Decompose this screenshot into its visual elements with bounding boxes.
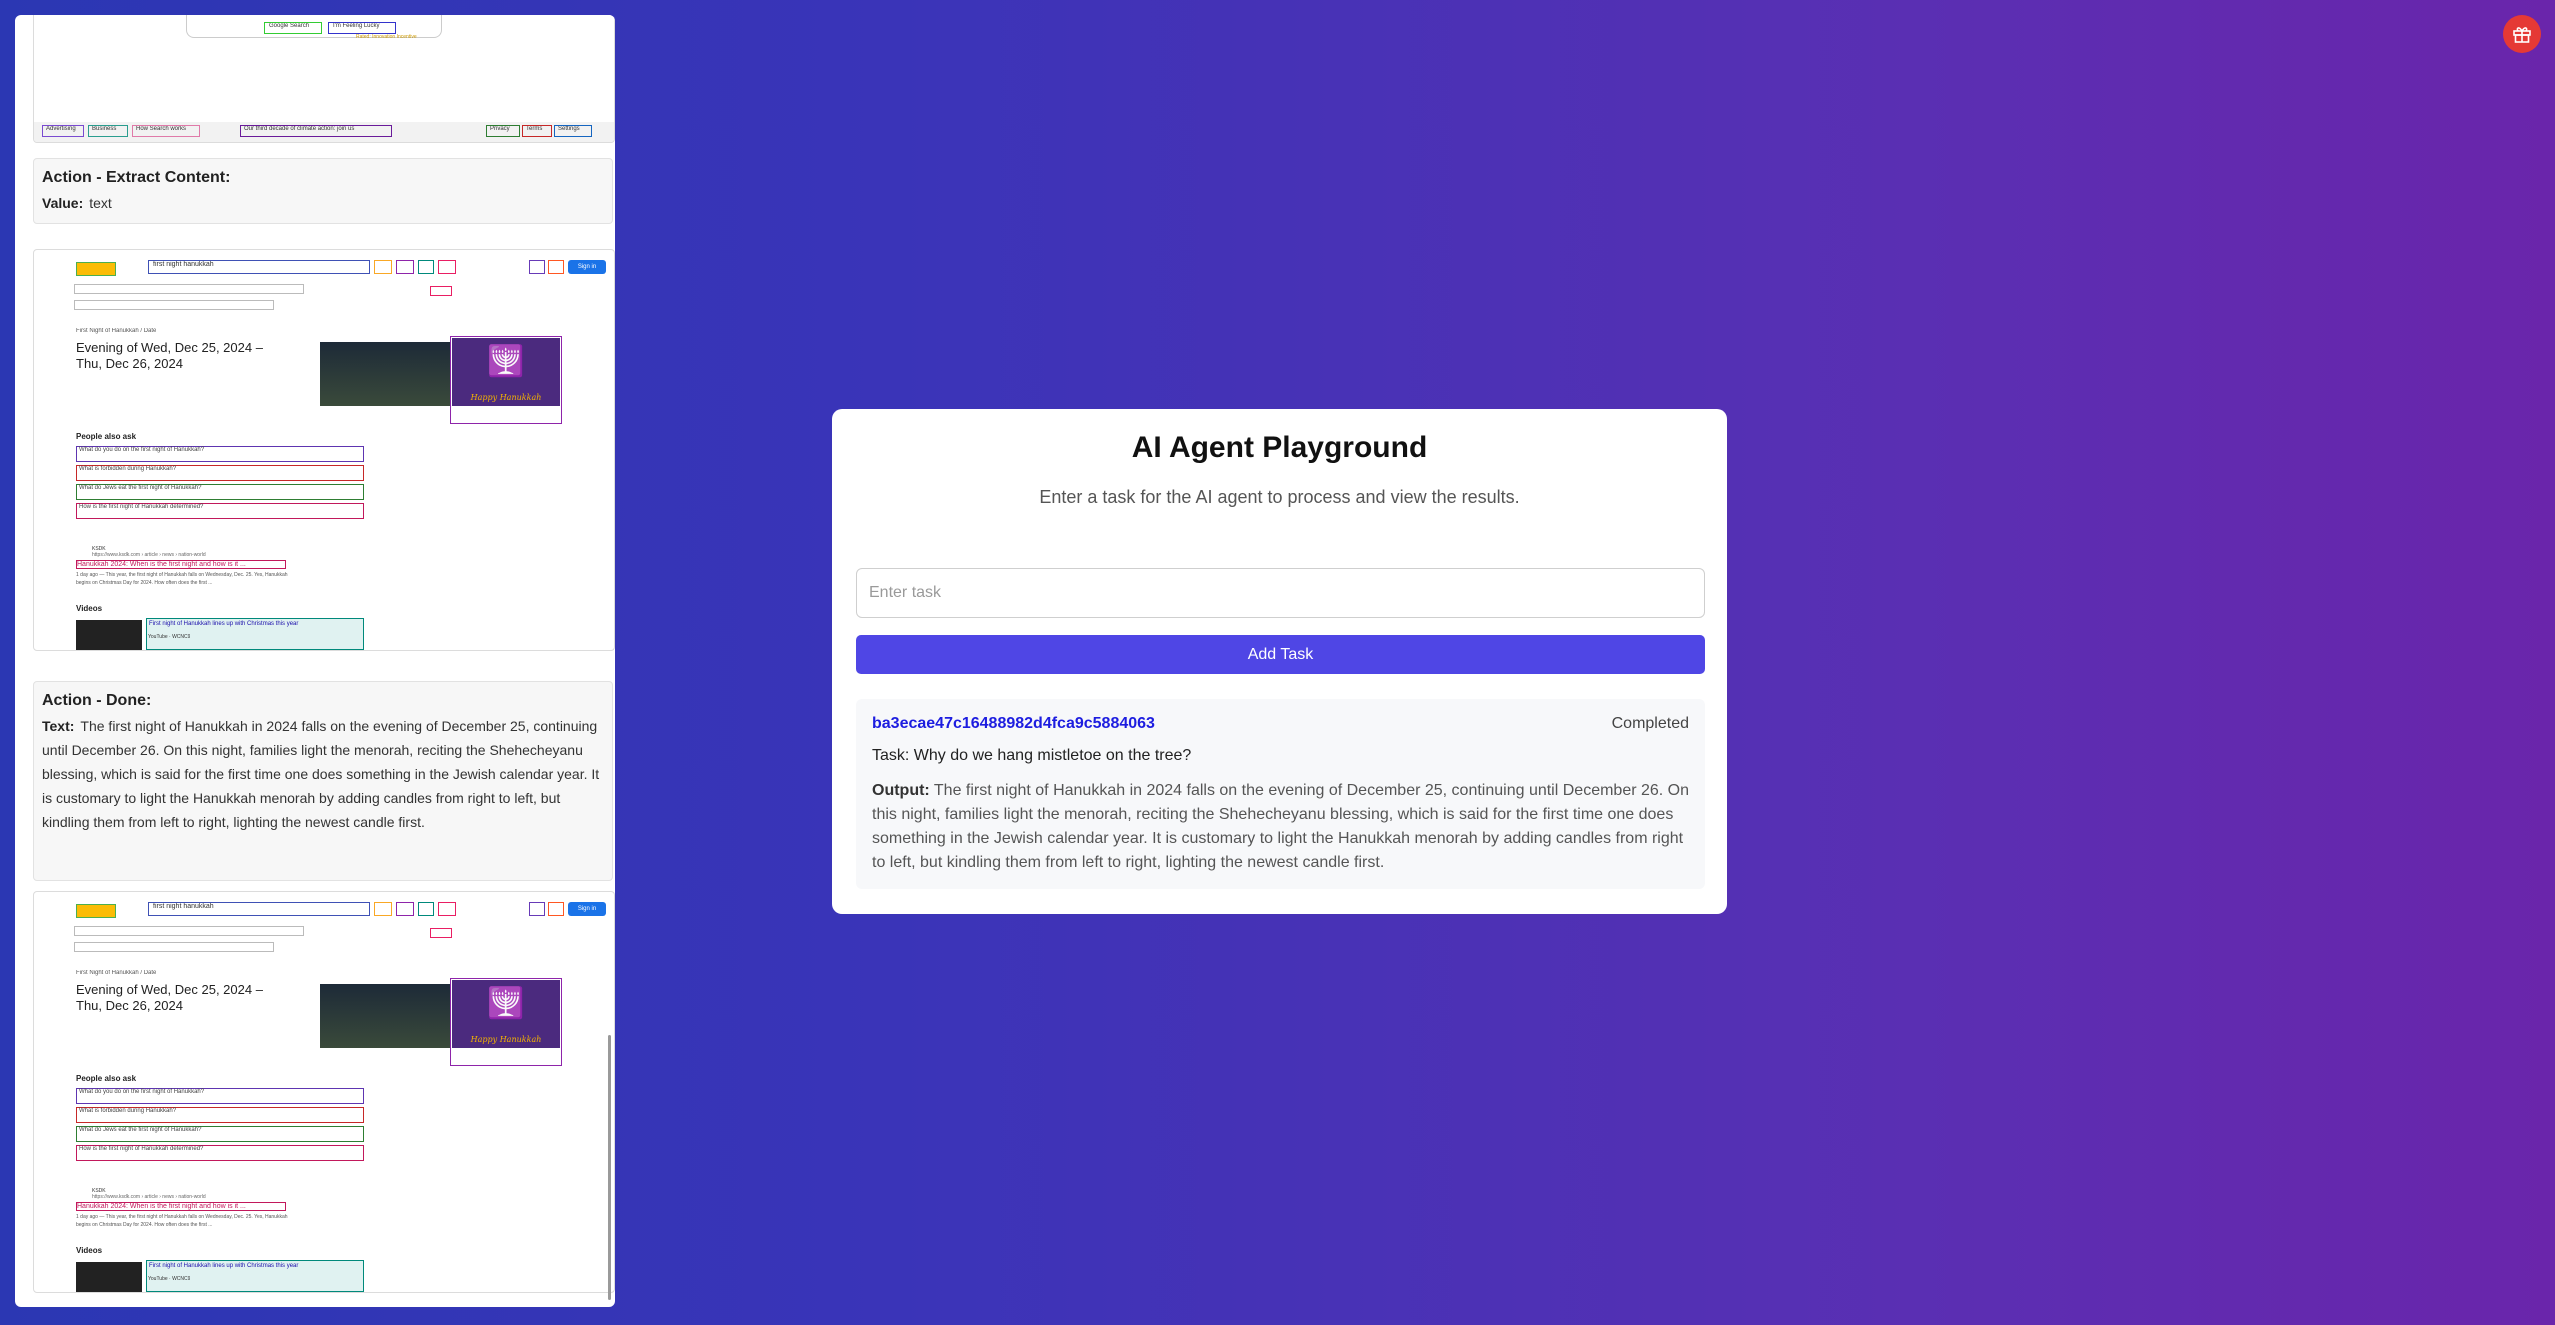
gift-button[interactable]	[2503, 15, 2541, 53]
question-item: What do you do on the first night of Han…	[76, 446, 364, 462]
video-thumbnail	[76, 620, 142, 650]
task-result-card: ba3ecae47c16488982d4fca9c5884063 Complet…	[856, 699, 1705, 889]
question-item: What is forbidden during Hanukkah?	[76, 465, 364, 481]
image-box-outline	[450, 978, 562, 1066]
result-url: https://www.ksdk.com › article › news › …	[92, 552, 206, 558]
question-item: How is the first night of Hanukkah deter…	[76, 503, 364, 519]
screenshot-google-home: Google Search I'm Feeling Lucky Rated: I…	[33, 15, 615, 143]
feeling-lucky-button: I'm Feeling Lucky	[328, 22, 396, 34]
task-input[interactable]	[856, 568, 1705, 618]
settings-icon	[529, 902, 545, 916]
tools-button	[430, 286, 452, 296]
answer-heading-line-2: Thu, Dec 26, 2024	[76, 356, 183, 371]
google-logo	[76, 904, 116, 918]
sign-in-button: Sign in	[568, 902, 606, 916]
notice-text: Rated: Innovation Incentive	[356, 34, 417, 40]
filter-chips-row	[74, 300, 274, 310]
search-icon	[438, 260, 456, 274]
footer-link: Advertising	[42, 125, 84, 137]
footer-link: Privacy	[486, 125, 520, 137]
search-tabs-row	[74, 926, 304, 936]
status-badge: Completed	[1611, 715, 1689, 732]
search-icon	[438, 902, 456, 916]
screenshot-search-results: first night hanukkah Sign in First Night…	[33, 249, 615, 651]
videos-heading: Videos	[76, 604, 103, 613]
answer-heading-line-1: Evening of Wed, Dec 25, 2024 –	[76, 982, 263, 997]
breadcrumb: First Night of Hanukkah / Date	[76, 970, 157, 976]
action-value: Value: text	[42, 195, 112, 211]
action-history-panel[interactable]: Google Search I'm Feeling Lucky Rated: I…	[15, 15, 615, 1307]
result-title-link: Hanukkah 2024: When is the first night a…	[76, 560, 286, 569]
people-also-ask-heading: People also ask	[76, 432, 137, 441]
action-title: Action - Done:	[42, 692, 152, 709]
question-item: What do Jews eat the first night of Hanu…	[76, 484, 364, 500]
search-query-box: first night hanukkah	[148, 260, 370, 274]
question-item: How is the first night of Hanukkah deter…	[76, 1145, 364, 1161]
clear-icon	[374, 902, 392, 916]
apps-icon	[548, 260, 564, 274]
screenshot-search-results: first night hanukkah Sign in First Night…	[33, 891, 615, 1293]
result-snippet: 1 day ago — This year, the first night o…	[76, 1214, 288, 1220]
answer-heading-line-2: Thu, Dec 26, 2024	[76, 998, 183, 1013]
footer-link: How Search works	[132, 125, 200, 137]
page-title: AI Agent Playground	[1131, 431, 1428, 464]
clear-icon	[374, 260, 392, 274]
apps-icon	[548, 902, 564, 916]
image-box-outline	[450, 336, 562, 424]
tools-button	[430, 928, 452, 938]
lens-icon	[418, 902, 434, 916]
video-thumbnail	[76, 1262, 142, 1292]
settings-icon	[529, 260, 545, 274]
result-snippet: begins on Christmas Day for 2024. How of…	[76, 580, 213, 586]
task-id: ba3ecae47c16488982d4fca9c5884063	[872, 715, 1155, 732]
videos-heading: Videos	[76, 1246, 103, 1255]
result-title-link: Hanukkah 2024: When is the first night a…	[76, 1202, 286, 1211]
footer-link: Business	[88, 125, 128, 137]
google-logo	[76, 262, 116, 276]
video-source: YouTube · WCNC9	[148, 1276, 191, 1282]
google-search-button: Google Search	[264, 22, 322, 34]
voice-search-icon	[396, 260, 414, 274]
voice-search-icon	[396, 902, 414, 916]
scrollbar[interactable]	[608, 1035, 611, 1300]
task-text: Task: Why do we hang mistletoe on the tr…	[872, 747, 1192, 764]
question-item: What do you do on the first night of Han…	[76, 1088, 364, 1104]
task-output: Output: The first night of Hanukkah in 2…	[872, 782, 1690, 871]
gift-icon	[2513, 27, 2531, 43]
action-text: Text: The first night of Hanukkah in 2024…	[42, 718, 600, 830]
action-title: Action - Extract Content:	[42, 169, 231, 186]
result-snippet: 1 day ago — This year, the first night o…	[76, 572, 288, 578]
people-also-ask-heading: People also ask	[76, 1074, 137, 1083]
search-tabs-row	[74, 284, 304, 294]
lens-icon	[418, 260, 434, 274]
breadcrumb: First Night of Hanukkah / Date	[76, 328, 157, 334]
footer-link: Our third decade of climate action: join…	[240, 125, 392, 137]
video-source: YouTube · WCNC9	[148, 634, 191, 640]
playground-card: AI Agent Playground Enter a task for the…	[832, 409, 1727, 914]
footer-link: Settings	[554, 125, 592, 137]
candles-image	[320, 984, 450, 1048]
question-item: What is forbidden during Hanukkah?	[76, 1107, 364, 1123]
search-query-box: first night hanukkah	[148, 902, 370, 916]
filter-chips-row	[74, 942, 274, 952]
done-action: Action - Done: Text: The first night of H…	[33, 681, 613, 881]
result-url: https://www.ksdk.com › article › news › …	[92, 1194, 206, 1200]
extract-content-action: Action - Extract Content: Value: text	[33, 158, 613, 224]
question-item: What do Jews eat the first night of Hanu…	[76, 1126, 364, 1142]
answer-heading-line-1: Evening of Wed, Dec 25, 2024 –	[76, 340, 263, 355]
sign-in-button: Sign in	[568, 260, 606, 274]
page-subtitle: Enter a task for the AI agent to process…	[1039, 487, 1520, 507]
candles-image	[320, 342, 450, 406]
result-snippet: begins on Christmas Day for 2024. How of…	[76, 1222, 213, 1228]
footer-link: Terms	[522, 125, 552, 137]
add-task-button[interactable]: Add Task	[856, 635, 1705, 674]
